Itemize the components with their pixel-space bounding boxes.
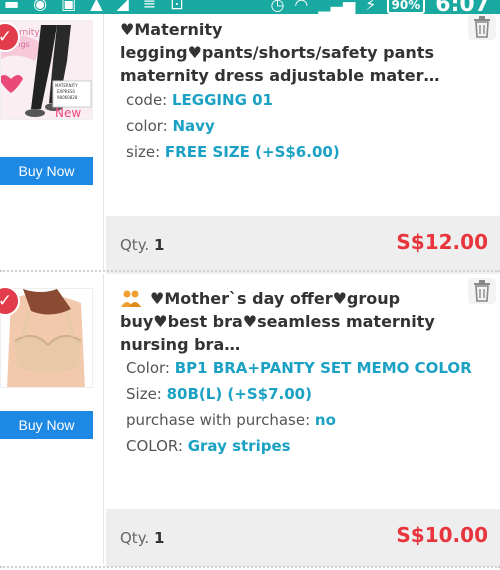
clock: 6:07 (435, 0, 490, 14)
attribute-row: Color: BP1 BRA+PANTY SET MEMO COLOR (126, 359, 472, 377)
signal-icon: ▁▃▅ (318, 0, 356, 14)
image-text: New (55, 106, 81, 120)
attribute-row: size: FREE SIZE (+S$6.00) (126, 143, 340, 161)
image-text: rnity (19, 28, 40, 38)
quantity: Qty. 1 (120, 236, 165, 254)
cart-item: rnity ggings MATERNITY EXPRESS 98060828 … (0, 14, 500, 274)
trash-icon (474, 16, 490, 38)
item-attributes: Color: BP1 BRA+PANTY SET MEMO COLOR Size… (126, 355, 496, 459)
buy-now-button[interactable]: Buy Now (0, 157, 93, 185)
quantity-value: 1 (153, 236, 165, 254)
quantity-price-bar: Qty. 1 S$12.00 (106, 216, 500, 274)
delete-button[interactable] (468, 14, 496, 40)
attribute-value: LEGGING 01 (172, 91, 273, 109)
attribute-value: 80B(L) (+S$7.00) (166, 385, 312, 403)
product-title[interactable]: ♥Maternity legging♥pants/shorts/safety p… (120, 18, 470, 87)
charging-icon: ⚡ (365, 0, 377, 14)
attribute-value: Gray stripes (187, 437, 291, 455)
attribute-value: Navy (172, 117, 215, 135)
group-buy-icon (120, 289, 142, 307)
quantity: Qty. 1 (120, 529, 165, 547)
attribute-value: no (314, 411, 336, 429)
item-attributes: code: LEGGING 01 color: Navy size: FREE … (126, 87, 496, 165)
app-icon: ◢ (116, 0, 129, 13)
attribute-value: FREE SIZE (+S$6.00) (164, 143, 340, 161)
image-text: EXPRESS (57, 89, 76, 94)
item-left-column: ✓ Buy Now (0, 274, 104, 564)
trash-icon (474, 280, 490, 302)
app-icon: ▬ (4, 0, 20, 13)
attribute-row: code: LEGGING 01 (126, 91, 273, 109)
product-title[interactable]: ♥Mother`s day offer♥group buy♥best bra♥s… (120, 287, 465, 356)
image-text: MATERNITY (55, 83, 78, 88)
battery-indicator: 90% (386, 0, 426, 14)
buy-now-button[interactable]: Buy Now (0, 411, 93, 439)
attribute-row: COLOR: Gray stripes (126, 437, 291, 455)
item-price: S$10.00 (396, 523, 488, 547)
cart-item: ✓ Buy Now ♥Mother`s day offer♥group buy♥… (0, 274, 500, 567)
notification-icons: ▬ ◉ ▣ ▲ ◢ ≡ ⊡ (4, 0, 184, 13)
app-icon: ⊡ (170, 0, 184, 13)
item-left-column: rnity ggings MATERNITY EXPRESS 98060828 … (0, 14, 104, 270)
app-icon: ≡ (142, 0, 157, 13)
attribute-value: BP1 BRA+PANTY SET MEMO COLOR (174, 359, 472, 377)
image-text: 98060828 (57, 95, 78, 100)
wifi-icon: ◠ (294, 0, 309, 14)
attribute-row: Size: 80B(L) (+S$7.00) (126, 385, 312, 403)
item-divider (0, 270, 500, 272)
quantity-value: 1 (153, 529, 165, 547)
status-right: ◷ ◠ ▁▃▅ ⚡ 90% 6:07 (270, 0, 490, 14)
app-icon: ▲ (90, 0, 103, 13)
status-bar: ▬ ◉ ▣ ▲ ◢ ≡ ⊡ ◷ ◠ ▁▃▅ ⚡ 90% 6:07 (0, 0, 500, 14)
alarm-icon: ◷ (270, 0, 285, 14)
delete-button[interactable] (468, 278, 496, 304)
attribute-row: color: Navy (126, 117, 215, 135)
quantity-price-bar: Qty. 1 S$10.00 (106, 509, 500, 567)
item-price: S$12.00 (396, 230, 488, 254)
app-icon: ▣ (61, 0, 77, 13)
item-divider (0, 566, 500, 568)
app-icon: ◉ (33, 0, 48, 13)
attribute-row: purchase with purchase: no (126, 411, 336, 429)
